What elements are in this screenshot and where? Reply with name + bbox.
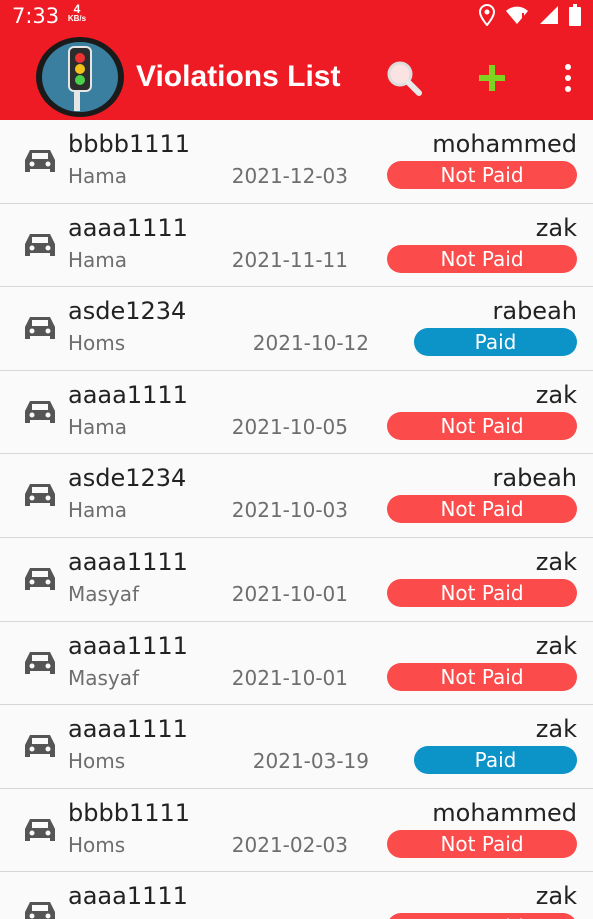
- car-icon: [24, 646, 56, 676]
- owner-name: zak: [535, 715, 577, 744]
- plate-number: aaaa1111: [68, 380, 188, 409]
- list-item[interactable]: aaaa1111 Hama 2021-10-05 zak Not Paid: [0, 371, 593, 455]
- list-item[interactable]: aaaa1111 Homs 2021-03-19 zak Paid: [0, 705, 593, 789]
- status-time: 7:33: [12, 4, 60, 28]
- net-speed: 4 KB/s: [62, 3, 92, 23]
- car-icon: [24, 896, 56, 919]
- owner-name: rabeah: [492, 297, 578, 326]
- owner-name: mohammed: [432, 130, 577, 158]
- city-label: Hama: [68, 247, 128, 272]
- car-icon: [24, 395, 56, 425]
- violations-list: bbbb1111 Hama 2021-12-03 mohammed Not Paid aa…: [0, 120, 593, 919]
- city-label: Homs: [68, 832, 126, 857]
- list-item[interactable]: asde1234 Homs 2021-10-12 rabeah Paid: [0, 287, 593, 371]
- search-icon[interactable]: [384, 58, 424, 98]
- list-item[interactable]: bbbb1111 Homs 2021-02-03 mohammed Not Paid: [0, 789, 593, 873]
- signal-icon: [539, 5, 559, 30]
- plate-number: bbbb1111: [68, 130, 191, 158]
- list-item[interactable]: aaaa1111 Masyaf 2021-10-01 zak Not Paid: [0, 622, 593, 706]
- list-item[interactable]: asde1234 Hama 2021-10-03 rabeah Not Paid: [0, 454, 593, 538]
- city-label: Hama: [68, 164, 128, 188]
- violation-date: 2021-02-03: [231, 832, 348, 857]
- car-icon: [24, 729, 56, 759]
- app-bar: Violations List: [0, 34, 593, 120]
- violation-date: 2021-10-12: [252, 331, 369, 356]
- status-badge: Not Paid: [387, 161, 577, 189]
- car-icon: [24, 562, 56, 592]
- plate-number: aaaa1111: [68, 631, 188, 660]
- status-badge: Not Paid: [387, 411, 577, 440]
- owner-name: zak: [535, 213, 577, 242]
- city-label: Masyaf: [68, 665, 140, 690]
- city-label: Homs: [68, 331, 126, 356]
- violation-date: 2021-12-03: [231, 164, 348, 188]
- owner-name: zak: [535, 631, 577, 660]
- status-badge: Not Paid: [387, 662, 577, 691]
- owner-name: zak: [535, 547, 577, 576]
- plate-number: aaaa1111: [68, 882, 188, 911]
- status-badge: Not Paid: [387, 244, 577, 273]
- violation-date: 2021-10-01: [231, 581, 348, 606]
- plate-number: aaaa1111: [68, 213, 188, 242]
- city-label: Hama: [68, 498, 128, 523]
- list-item[interactable]: aaaa1111 Hama 2021-11-11 zak Not Paid: [0, 204, 593, 288]
- location-icon: [478, 3, 496, 31]
- owner-name: mohammed: [432, 798, 577, 827]
- battery-icon: [569, 4, 581, 31]
- status-icons: [478, 3, 581, 31]
- status-badge: Not Paid: [387, 913, 577, 919]
- city-label: Masyaf: [68, 581, 140, 606]
- traffic-light-icon: [36, 37, 124, 117]
- status-badge: Not Paid: [387, 495, 577, 524]
- list-item[interactable]: aaaa1111 Masyaf 2021-10-01 zak Not Paid: [0, 538, 593, 622]
- car-icon: [24, 311, 56, 341]
- owner-name: rabeah: [492, 464, 578, 493]
- status-badge: Paid: [414, 746, 577, 775]
- more-vert-icon[interactable]: [548, 58, 588, 98]
- status-badge: Not Paid: [387, 578, 577, 607]
- add-icon[interactable]: [472, 58, 512, 98]
- status-bar: 7:33 4 KB/s: [0, 0, 593, 34]
- violation-date: 2021-10-05: [231, 414, 348, 439]
- status-badge: Paid: [414, 328, 577, 357]
- city-label: Homs: [68, 749, 126, 774]
- car-icon: [24, 228, 56, 258]
- page-title: Violations List: [136, 60, 341, 93]
- city-label: Hama: [68, 414, 128, 439]
- status-badge: Not Paid: [387, 829, 577, 858]
- plate-number: bbbb1111: [68, 798, 191, 827]
- list-item[interactable]: aaaa1111 zak Not Paid: [0, 872, 593, 919]
- wifi-icon: [505, 5, 529, 30]
- plate-number: asde1234: [68, 297, 187, 326]
- violation-date: 2021-11-11: [231, 247, 348, 272]
- owner-name: zak: [535, 882, 577, 911]
- plate-number: asde1234: [68, 464, 187, 493]
- plate-number: aaaa1111: [68, 715, 188, 744]
- net-speed-unit: KB/s: [67, 14, 87, 23]
- car-icon: [24, 813, 56, 843]
- owner-name: zak: [535, 380, 577, 409]
- violation-date: 2021-10-03: [231, 498, 348, 523]
- plate-number: aaaa1111: [68, 547, 188, 576]
- car-icon: [24, 144, 56, 174]
- violation-date: 2021-10-01: [231, 665, 348, 690]
- car-icon: [24, 478, 56, 508]
- list-item[interactable]: bbbb1111 Hama 2021-12-03 mohammed Not Paid: [0, 120, 593, 204]
- violation-date: 2021-03-19: [252, 749, 369, 774]
